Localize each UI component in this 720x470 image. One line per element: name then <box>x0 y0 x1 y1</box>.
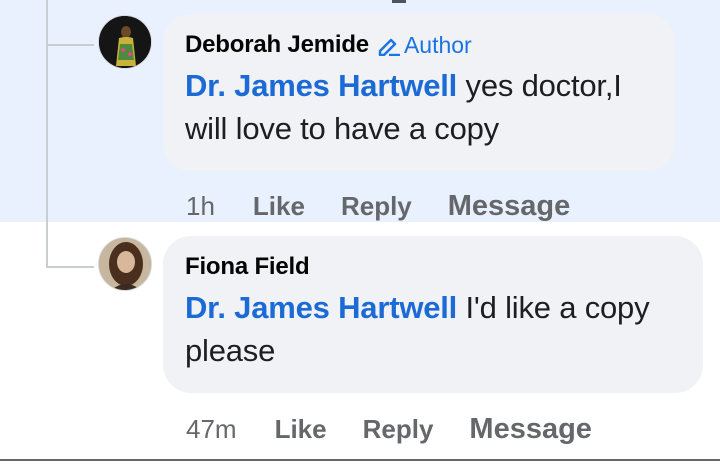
pencil-icon <box>378 38 400 56</box>
like-button[interactable]: Like <box>253 191 305 222</box>
comment-actions: 47m Like Reply Message <box>186 413 592 449</box>
avatar-deborah-jemide[interactable] <box>98 15 152 69</box>
thread-line-top-stub <box>392 0 406 3</box>
comment-text: Dr. James Hartwell I'd like a copy pleas… <box>185 286 681 372</box>
author-badge-label: Author <box>403 31 472 58</box>
bottom-divider <box>0 459 720 461</box>
message-button[interactable]: Message <box>448 190 571 223</box>
like-button[interactable]: Like <box>275 414 327 445</box>
comment-timestamp[interactable]: 47m <box>186 414 237 445</box>
comment-bubble: Fiona Field Dr. James Hartwell I'd like … <box>163 236 703 393</box>
comment-author-name[interactable]: Fiona Field <box>185 253 310 281</box>
thread-line-branch-1 <box>46 44 94 46</box>
comment-bubble: Deborah Jemide Author Dr. James Hartwell… <box>163 14 675 171</box>
comment-header: Deborah Jemide Author <box>185 28 653 62</box>
mention-link[interactable]: Dr. James Hartwell <box>185 290 457 325</box>
reply-button[interactable]: Reply <box>341 191 412 222</box>
thread-line-branch-2 <box>46 266 94 268</box>
reply-button[interactable]: Reply <box>363 414 434 445</box>
avatar-image <box>99 16 151 68</box>
comment-text: Dr. James Hartwell yes doctor,I will lov… <box>185 64 653 150</box>
comment-author-name[interactable]: Deborah Jemide <box>185 31 369 59</box>
avatar-fiona-field[interactable] <box>98 237 152 291</box>
author-badge: Author <box>377 32 472 59</box>
comment-actions: 1h Like Reply Message <box>186 190 570 226</box>
comment-timestamp[interactable]: 1h <box>186 191 215 222</box>
message-button[interactable]: Message <box>469 413 592 446</box>
mention-link[interactable]: Dr. James Hartwell <box>185 68 457 103</box>
comment-header: Fiona Field <box>185 250 681 284</box>
avatar-image <box>99 238 151 290</box>
thread-line-vertical <box>46 0 48 268</box>
